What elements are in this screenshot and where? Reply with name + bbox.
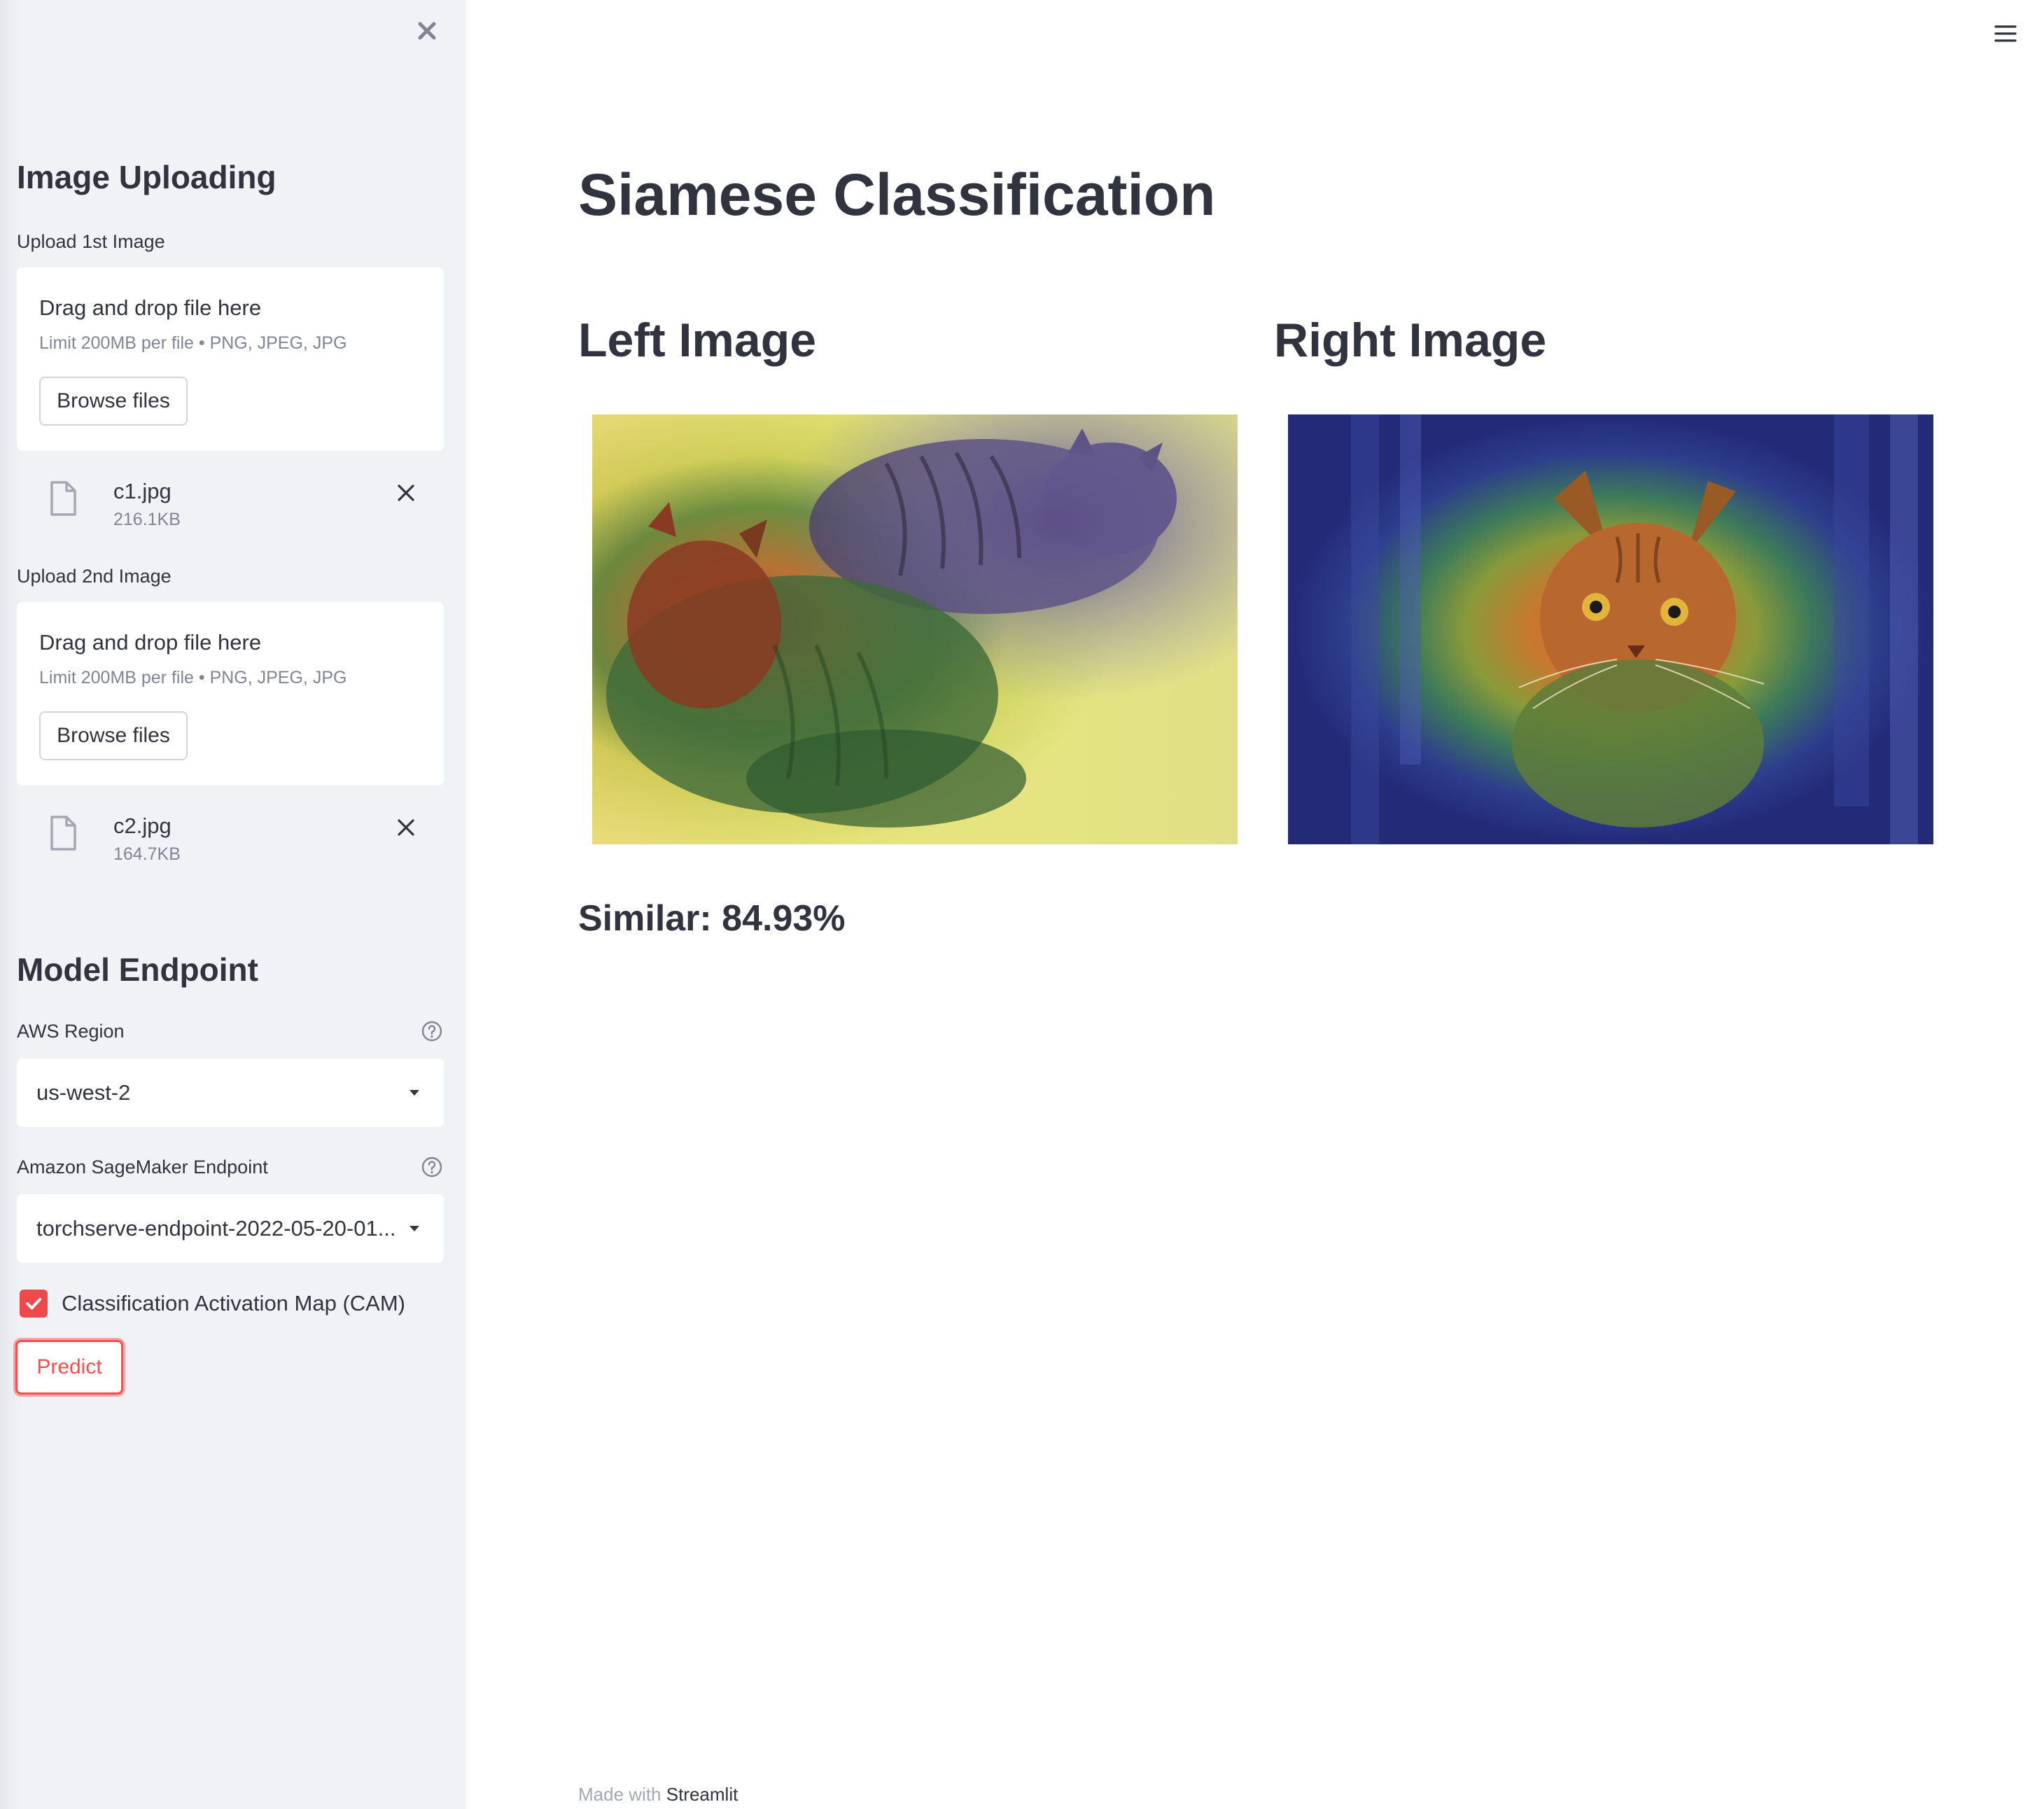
file-dropzone-1[interactable]: Drag and drop file here Limit 200MB per … — [17, 267, 444, 451]
predict-button[interactable]: Predict — [15, 1340, 123, 1395]
caret-down-icon — [405, 1219, 424, 1238]
aws-region-value: us-west-2 — [36, 1080, 131, 1105]
question-circle-icon-glyph — [421, 1157, 442, 1178]
dropzone-limit-text: Limit 200MB per file • PNG, JPEG, JPG — [39, 668, 347, 687]
footer-prefix: Made with — [578, 1784, 662, 1805]
close-icon — [398, 819, 414, 836]
page-title: Siamese Classification — [578, 162, 1216, 228]
file-name: c2.jpg — [113, 813, 172, 838]
file-icon — [50, 481, 76, 516]
close-icon — [418, 22, 436, 40]
file-dropzone-2[interactable]: Drag and drop file here Limit 200MB per … — [17, 602, 444, 785]
question-circle-icon[interactable] — [420, 1155, 444, 1179]
file-size: 164.7KB — [113, 844, 181, 864]
similarity-result: Similar: 84.93% — [578, 898, 846, 939]
remove-file-button-2[interactable] — [391, 812, 421, 843]
dropzone-title: Drag and drop file here — [39, 295, 262, 320]
close-icon — [398, 484, 414, 501]
left-image-title: Left Image — [578, 314, 817, 367]
right-cam-image — [1288, 414, 1933, 844]
right-image-title: Right Image — [1274, 314, 1547, 367]
sidebar: Image Uploading Upload 1st Image Drag an… — [0, 0, 466, 1809]
uploaded-file-1: c1.jpg 216.1KB — [17, 470, 444, 540]
browse-files-button-2[interactable]: Browse files — [39, 711, 188, 760]
uploaded-file-2: c2.jpg 164.7KB — [17, 805, 444, 875]
file-size: 216.1KB — [113, 510, 181, 529]
image-uploading-heading: Image Uploading — [17, 159, 276, 195]
cam-checkbox-label[interactable]: Classification Activation Map (CAM) — [62, 1292, 405, 1314]
sagemaker-endpoint-value: torchserve-endpoint-2022-05-20-01... — [36, 1216, 396, 1241]
aws-region-select[interactable]: us-west-2 — [17, 1059, 444, 1127]
streamlit-link[interactable]: Streamlit — [666, 1784, 738, 1805]
sidebar-close-button[interactable] — [412, 15, 442, 46]
browse-files-button-1[interactable]: Browse files — [39, 377, 188, 426]
upload-1st-image-label: Upload 1st Image — [17, 231, 165, 252]
upload-2nd-image-label: Upload 2nd Image — [17, 566, 172, 587]
caret-down-icon — [405, 1083, 424, 1103]
checkmark-icon — [26, 1298, 41, 1310]
footer: Made with Streamlit — [578, 1785, 738, 1803]
model-endpoint-heading: Model Endpoint — [17, 951, 258, 988]
file-icon — [50, 816, 76, 851]
dropzone-title: Drag and drop file here — [39, 630, 262, 655]
file-name: c1.jpg — [113, 479, 172, 503]
cam-checkbox[interactable] — [20, 1290, 48, 1318]
left-cam-image — [592, 414, 1238, 844]
hamburger-menu-icon[interactable] — [1988, 18, 2023, 49]
sagemaker-endpoint-select[interactable]: torchserve-endpoint-2022-05-20-01... — [17, 1194, 444, 1263]
aws-region-label: AWS Region — [17, 1021, 125, 1042]
hamburger-menu-glyph — [1994, 25, 2017, 42]
dropzone-limit-text: Limit 200MB per file • PNG, JPEG, JPG — [39, 333, 347, 353]
sagemaker-endpoint-label: Amazon SageMaker Endpoint — [17, 1157, 268, 1178]
remove-file-button-1[interactable] — [391, 477, 421, 508]
question-circle-icon-glyph — [421, 1021, 442, 1042]
question-circle-icon[interactable] — [420, 1019, 444, 1043]
